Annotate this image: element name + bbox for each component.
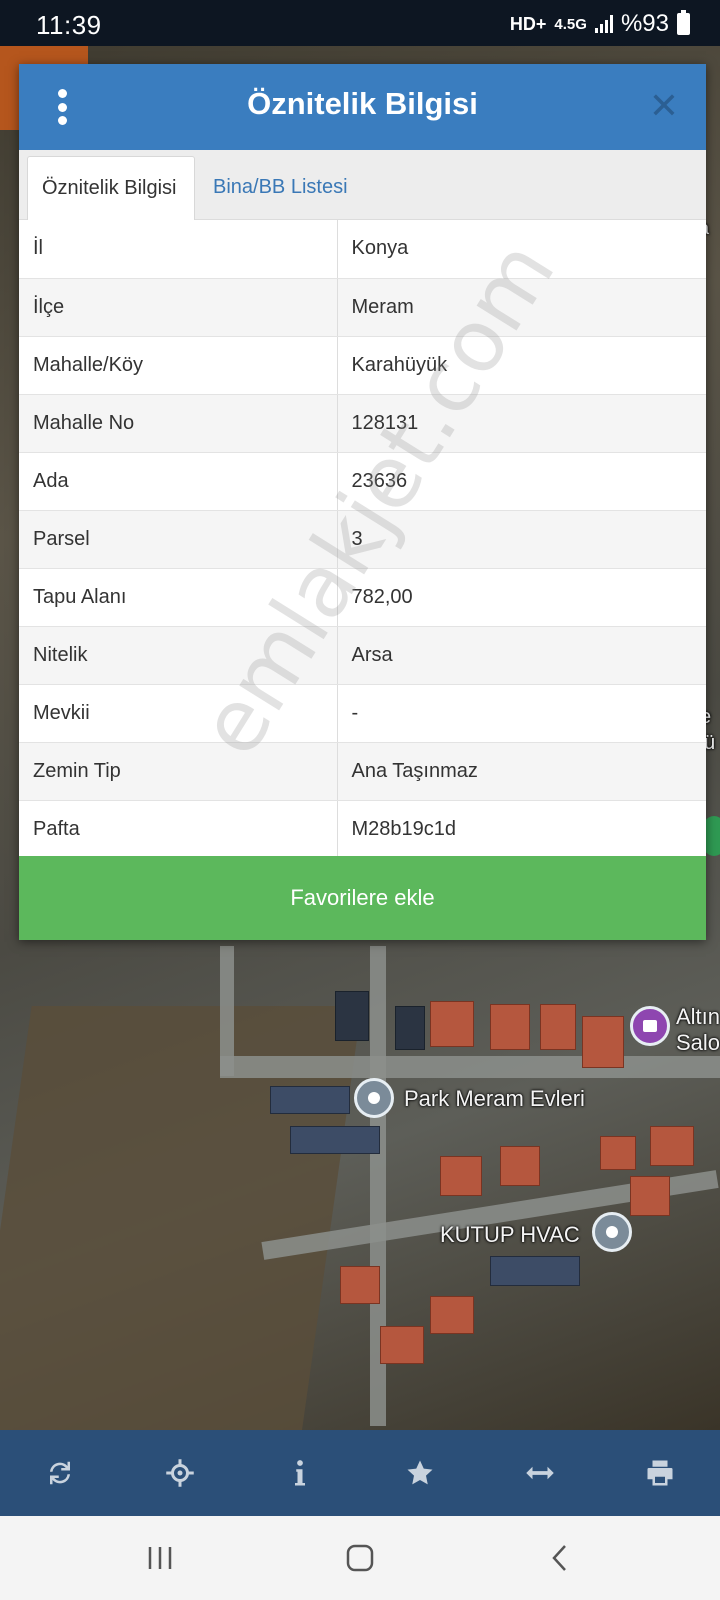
- attribute-key: İl: [19, 220, 338, 279]
- map-building: [600, 1136, 636, 1170]
- bottom-toolbar: [0, 1430, 720, 1516]
- info-icon[interactable]: [270, 1443, 330, 1503]
- home-icon[interactable]: [330, 1536, 390, 1580]
- map-building: [582, 1016, 624, 1068]
- table-row: Ada 23636: [19, 452, 706, 511]
- map-building: [650, 1126, 694, 1166]
- hd-voice-indicator: HD+: [509, 13, 547, 34]
- back-icon[interactable]: [530, 1536, 590, 1580]
- table-row: İlçe Meram: [19, 278, 706, 337]
- map-road: [220, 1056, 720, 1078]
- attribute-key: Mevkii: [19, 684, 338, 743]
- map-building: [430, 1296, 474, 1334]
- map-building: [630, 1176, 670, 1216]
- map-building: [500, 1146, 540, 1186]
- attribute-key: Mahalle/Köy: [19, 336, 338, 395]
- status-time: 11:39: [36, 10, 102, 40]
- attribute-table: İl Konya İlçe Meram Mahalle/Köy Karahüyük Maha…: [19, 220, 706, 859]
- measure-arrows-icon[interactable]: [510, 1443, 570, 1503]
- table-row: Zemin Tip Ana Taşınmaz: [19, 742, 706, 801]
- map-building: [340, 1266, 380, 1304]
- attribute-value: 782,00: [337, 568, 706, 627]
- map-building: [290, 1126, 380, 1154]
- attribute-key: Mahalle No: [19, 394, 338, 453]
- attribute-key: Pafta: [19, 800, 338, 859]
- system-nav-bar: [0, 1516, 720, 1600]
- table-row: Mevkii -: [19, 684, 706, 743]
- venue-pin-icon[interactable]: [630, 1006, 670, 1046]
- map-label-kutup: KUTUP HVAC: [440, 1222, 580, 1247]
- map-building: [430, 1001, 474, 1047]
- table-row: Pafta M28b19c1d: [19, 800, 706, 859]
- attribute-value: 23636: [337, 452, 706, 511]
- map-road: [220, 946, 234, 1076]
- table-row: Parsel 3: [19, 510, 706, 569]
- attribute-value: Karahüyük: [337, 336, 706, 395]
- attribute-dialog: Öznitelik Bilgisi ✕ Öznitelik Bilgisi Bi…: [19, 64, 706, 940]
- network-type: 4.5G: [554, 15, 587, 33]
- recent-apps-icon[interactable]: [130, 1536, 190, 1580]
- refresh-icon[interactable]: [30, 1443, 90, 1503]
- map-building: [270, 1086, 350, 1114]
- dialog-tabs: Öznitelik Bilgisi Bina/BB Listesi: [19, 150, 706, 221]
- map-building: [395, 1006, 425, 1050]
- attribute-value: Ana Taşınmaz: [337, 742, 706, 801]
- map-building: [490, 1256, 580, 1286]
- map-building: [335, 991, 369, 1041]
- attribute-key: İlçe: [19, 278, 338, 337]
- map-pin-icon[interactable]: [354, 1078, 394, 1118]
- map-pin-icon[interactable]: [592, 1212, 632, 1252]
- battery-percent: %93: [620, 10, 669, 37]
- signal-icon: [594, 15, 613, 33]
- attribute-key: Parsel: [19, 510, 338, 569]
- dialog-header: Öznitelik Bilgisi ✕: [19, 64, 706, 150]
- attribute-key: Tapu Alanı: [19, 568, 338, 627]
- attribute-key: Ada: [19, 452, 338, 511]
- attribute-value: 128131: [337, 394, 706, 453]
- map-label-altin: Altın: [676, 1004, 720, 1029]
- attribute-key: Zemin Tip: [19, 742, 338, 801]
- map-label-park: Park Meram Evleri: [404, 1086, 585, 1111]
- table-row: İl Konya: [19, 220, 706, 279]
- table-row: Tapu Alanı 782,00: [19, 568, 706, 627]
- status-indicators: HD+ 4.5G %93: [510, 10, 690, 38]
- attribute-value: Arsa: [337, 626, 706, 685]
- map-building: [540, 1004, 576, 1050]
- locate-crosshair-icon[interactable]: [150, 1443, 210, 1503]
- attribute-value: M28b19c1d: [337, 800, 706, 859]
- map-building: [440, 1156, 482, 1196]
- attribute-value: 3: [337, 510, 706, 569]
- star-icon[interactable]: [390, 1443, 450, 1503]
- attribute-value: Meram: [337, 278, 706, 337]
- map-building: [490, 1004, 530, 1050]
- attribute-value: -: [337, 684, 706, 743]
- table-row: Mahalle/Köy Karahüyük: [19, 336, 706, 395]
- status-bar: 11:39 HD+ 4.5G %93: [0, 0, 720, 46]
- attribute-value: Konya: [337, 220, 706, 279]
- attribute-key: Nitelik: [19, 626, 338, 685]
- tab-bina-bb-listesi[interactable]: Bina/BB Listesi: [199, 156, 362, 221]
- print-icon[interactable]: [630, 1443, 690, 1503]
- map-building: [380, 1326, 424, 1364]
- table-row: Mahalle No 128131: [19, 394, 706, 453]
- add-to-favorites-button[interactable]: Favorilere ekle: [19, 856, 706, 940]
- table-row: Nitelik Arsa: [19, 626, 706, 685]
- tab-oznitelik-bilgisi[interactable]: Öznitelik Bilgisi: [27, 156, 195, 221]
- dialog-title: Öznitelik Bilgisi: [247, 86, 478, 121]
- map-label-salo: Salo: [676, 1030, 720, 1055]
- battery-icon: [677, 10, 690, 35]
- close-icon[interactable]: ✕: [644, 84, 684, 128]
